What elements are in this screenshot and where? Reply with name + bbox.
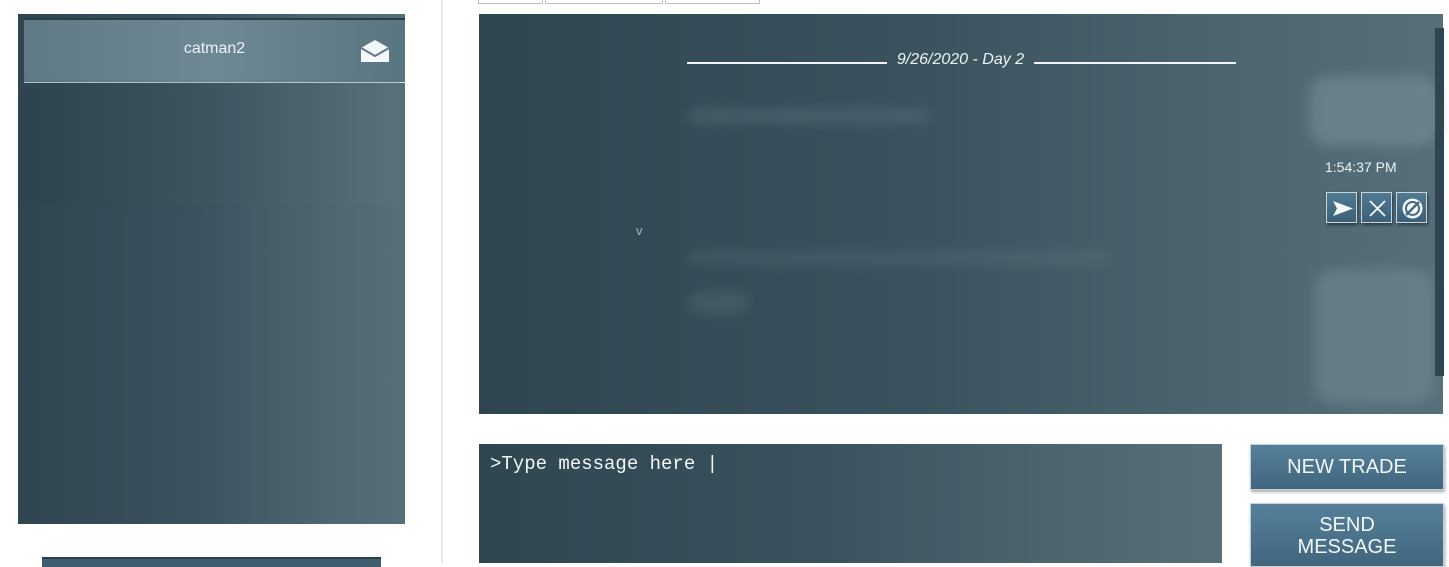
send-message-button[interactable]: SEND MESSAGE <box>1250 503 1444 567</box>
date-divider-label: 9/26/2020 - Day 2 <box>896 51 1025 68</box>
redacted-message <box>689 109 929 123</box>
date-divider-line <box>687 62 887 64</box>
contact-list[interactable] <box>18 80 405 524</box>
contact-name: catman2 <box>183 40 246 57</box>
top-tab-1[interactable] <box>478 0 543 4</box>
send-icon[interactable] <box>1326 192 1357 223</box>
top-tab-3[interactable] <box>665 0 760 4</box>
redacted-message <box>689 252 1109 264</box>
redacted-avatar <box>1309 76 1439 146</box>
message-input[interactable]: >Type message here | <box>490 453 718 475</box>
contact-sidebar: catman2 <box>18 14 405 524</box>
new-trade-label: NEW TRADE <box>1287 456 1407 478</box>
chat-history-panel[interactable]: 9/26/2020 - Day 2 1:54:37 PM v <box>479 14 1443 414</box>
top-tab-2[interactable] <box>545 0 663 4</box>
message-timestamp: 1:54:37 PM <box>1325 159 1397 175</box>
new-trade-button[interactable]: NEW TRADE <box>1250 444 1444 490</box>
redacted-message <box>689 292 749 314</box>
block-icon[interactable] <box>1396 192 1427 223</box>
panel-divider <box>441 0 443 563</box>
chat-scrollbar[interactable] <box>1435 28 1444 376</box>
message-marker: v <box>636 223 643 238</box>
redacted-avatar <box>1314 269 1434 404</box>
message-composer[interactable]: >Type message here | <box>479 444 1222 563</box>
envelope-open-icon[interactable] <box>360 39 390 63</box>
date-divider-line <box>1034 62 1236 64</box>
contact-list-item[interactable] <box>22 84 400 204</box>
send-message-label-line1: SEND <box>1319 514 1375 536</box>
sidebar-bottom-button[interactable] <box>42 557 381 567</box>
contact-header[interactable]: catman2 <box>24 18 405 83</box>
send-message-label-line2: MESSAGE <box>1297 536 1397 558</box>
close-icon[interactable] <box>1361 192 1392 223</box>
